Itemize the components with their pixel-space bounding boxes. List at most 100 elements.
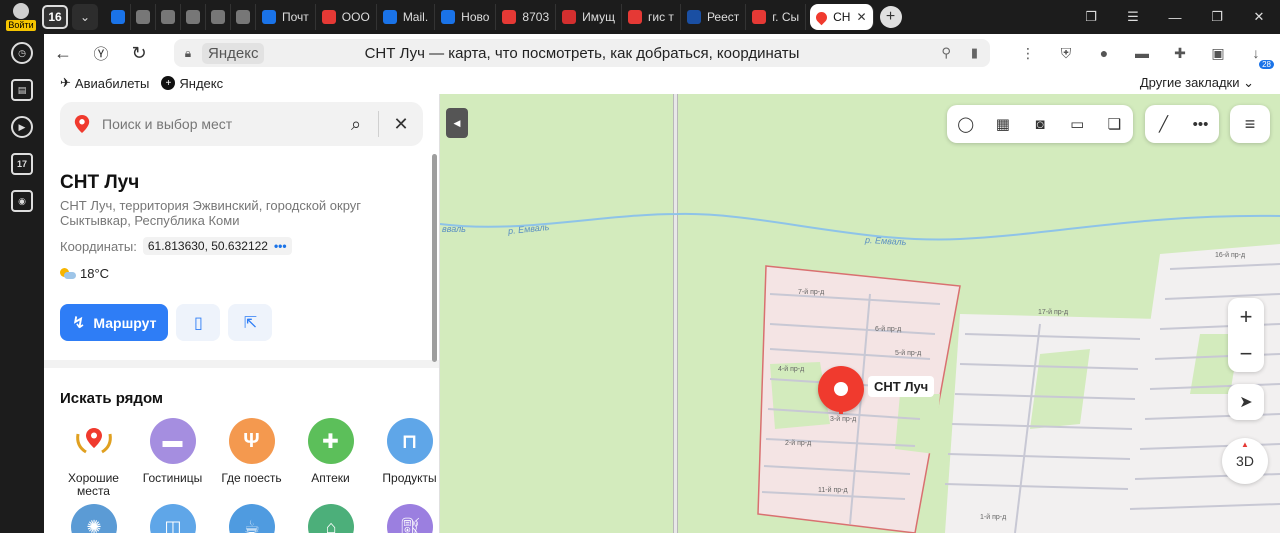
zoom-in-button[interactable]: +	[1240, 304, 1253, 330]
tab-9[interactable]: Ново	[435, 4, 497, 30]
pdf-icon	[502, 10, 517, 24]
close-tab-icon[interactable]: ✕	[856, 10, 866, 24]
search-icon[interactable]: ⌕	[344, 114, 368, 135]
fuel-icon[interactable]: ⛽︎	[387, 504, 433, 533]
yandex-icon	[752, 10, 767, 24]
tab-search-icon[interactable]: ❐	[1070, 9, 1112, 25]
bookmark-aviabilety[interactable]: ✈ Авиабилеты	[60, 75, 149, 91]
tab-active-label: СН	[833, 10, 851, 24]
panorama-icon[interactable]: ◙	[1029, 113, 1051, 135]
bookmark-icon[interactable]: ▮	[971, 45, 978, 61]
caret-left-icon: ◀	[453, 117, 461, 128]
zoom-out-button[interactable]: −	[1240, 341, 1253, 367]
close-icon[interactable]: ✕	[389, 114, 413, 135]
museum-icon[interactable]: ⌂	[308, 504, 354, 533]
coordinates-value-chip[interactable]: 61.813630, 50.632122 •••	[142, 237, 292, 255]
new-tab-button[interactable]: +	[879, 6, 902, 28]
shopping-bag-icon[interactable]: ◫	[150, 504, 196, 533]
other-bookmarks-label: Другие закладки	[1139, 75, 1240, 90]
share-button[interactable]: ⇱	[228, 304, 273, 341]
eagle-icon	[686, 10, 701, 24]
reload-icon[interactable]: ↻	[120, 43, 158, 64]
screenshot-icon[interactable]: ◉	[11, 190, 33, 212]
doc-icon	[136, 10, 150, 24]
puzzle-icon[interactable]: ✚	[1170, 43, 1190, 63]
shield-icon[interactable]: ⛨	[1056, 43, 1076, 63]
tab-label: Mail.	[402, 10, 429, 24]
login-button[interactable]: Войти	[0, 0, 42, 34]
category-hotels[interactable]: ▬ Гостиницы	[133, 418, 212, 498]
back-arrow-icon[interactable]: ←	[44, 43, 82, 64]
tab-6[interactable]: Почт	[256, 4, 316, 30]
3d-button[interactable]: ▲ 3D	[1222, 438, 1268, 484]
video-icon[interactable]: ▶	[11, 116, 33, 138]
tab-4[interactable]	[206, 4, 231, 30]
more-menu-icon[interactable]: ⋮	[1018, 43, 1038, 63]
downloads-icon[interactable]: ↓ 28	[1246, 43, 1274, 69]
search-input[interactable]: Поиск и выбор мест	[102, 116, 344, 132]
calendar-icon[interactable]: 17	[11, 153, 33, 175]
browser-sidebar: ◷ ▤ ▶ 17 ◉	[0, 34, 44, 533]
tab-count-button[interactable]: 16	[42, 5, 68, 29]
map-tools-toolbar: ╱ •••	[1145, 105, 1219, 143]
tab-7[interactable]: ООО	[316, 4, 377, 30]
search-box[interactable]: Поиск и выбор мест ⌕ ✕	[60, 102, 423, 146]
tab-label: г. Сы	[772, 10, 800, 24]
minimize-icon[interactable]: —	[1154, 10, 1196, 25]
chevron-down-icon[interactable]: ⌄	[72, 4, 98, 30]
route-button[interactable]: ↯ Маршрут	[60, 304, 169, 341]
notifications-icon[interactable]: ☰	[1112, 9, 1154, 25]
save-bookmark-button[interactable]: ▯	[176, 304, 221, 341]
history-icon[interactable]: ◷	[11, 42, 33, 64]
rts-icon	[562, 10, 577, 24]
yandex-logo-icon[interactable]: Ⓨ	[82, 43, 120, 64]
ruler-icon[interactable]: ╱	[1153, 113, 1175, 135]
tab-11[interactable]: Имущ	[556, 4, 623, 30]
coffee-cup-icon[interactable]: ☕︎	[229, 504, 275, 533]
category-pharmacy[interactable]: ✚ Аптеки	[291, 418, 370, 498]
tab-8[interactable]: Mail.	[377, 4, 436, 30]
hat-icon[interactable]: ▬	[1132, 43, 1152, 63]
ferris-wheel-icon[interactable]: ✺	[71, 504, 117, 533]
street-label: 2-й пр-д	[785, 440, 812, 447]
locate-me-button[interactable]: ➤	[1228, 384, 1264, 420]
nearby-categories: Хорошие места ▬ Гостиницы Ψ Где поесть ✚…	[54, 418, 439, 498]
restore-icon[interactable]: ❐	[1196, 9, 1238, 25]
map-type-icon[interactable]: ▦	[992, 113, 1014, 135]
panel-scrollbar[interactable]	[432, 154, 437, 362]
collections-icon[interactable]: ▤	[11, 79, 33, 101]
tab-14[interactable]: г. Сы	[746, 4, 807, 30]
tab-2[interactable]	[156, 4, 181, 30]
place-marker[interactable]	[818, 366, 864, 414]
layers-icon[interactable]: ◯	[955, 113, 977, 135]
url-field[interactable]: 🔒︎ Яндекс СНТ Луч — карта, что посмотрет…	[174, 39, 990, 67]
collapse-panel-button[interactable]: ◀	[446, 108, 468, 138]
tab-0[interactable]	[106, 4, 131, 30]
other-bookmarks[interactable]: Другие закладки ⌄	[1140, 75, 1254, 91]
tab-5[interactable]	[231, 4, 256, 30]
category-groceries[interactable]: ⊓ Продукты	[370, 418, 439, 498]
category-label: Продукты	[382, 471, 437, 485]
tab-active[interactable]: СН ✕	[810, 4, 874, 30]
category-good-places[interactable]: Хорошие места	[54, 418, 133, 498]
close-window-icon[interactable]: ✕	[1238, 9, 1280, 25]
map-canvas[interactable]: р. Емваль р. Емваль вваль 7-й пр-д 6-й п…	[440, 94, 1280, 533]
tab-10[interactable]: 8703	[496, 4, 557, 30]
doc-icon	[186, 10, 200, 24]
tab-3[interactable]	[181, 4, 206, 30]
copy-layer-icon[interactable]: ❏	[1103, 113, 1125, 135]
tab-12[interactable]: гис т	[622, 4, 681, 30]
tab-1[interactable]	[131, 4, 156, 30]
lock-icon[interactable]: 🔒︎	[174, 46, 202, 61]
hamburger-menu-icon[interactable]: ≡	[1230, 105, 1270, 143]
category-food[interactable]: Ψ Где поесть	[212, 418, 291, 498]
bookmark-yandex[interactable]: + Яндекс	[161, 76, 223, 91]
more-icon[interactable]: •••	[1190, 113, 1212, 135]
extension-icon[interactable]: ●	[1094, 43, 1114, 63]
marker-label[interactable]: СНТ Луч	[868, 376, 935, 397]
tab-13[interactable]: Реест	[681, 4, 747, 30]
wallet-icon[interactable]: ▣	[1208, 43, 1228, 63]
transit-icon[interactable]: ▭	[1066, 113, 1088, 135]
location-icon[interactable]: ⚲	[941, 45, 951, 61]
more-dots-icon[interactable]: •••	[274, 239, 287, 253]
